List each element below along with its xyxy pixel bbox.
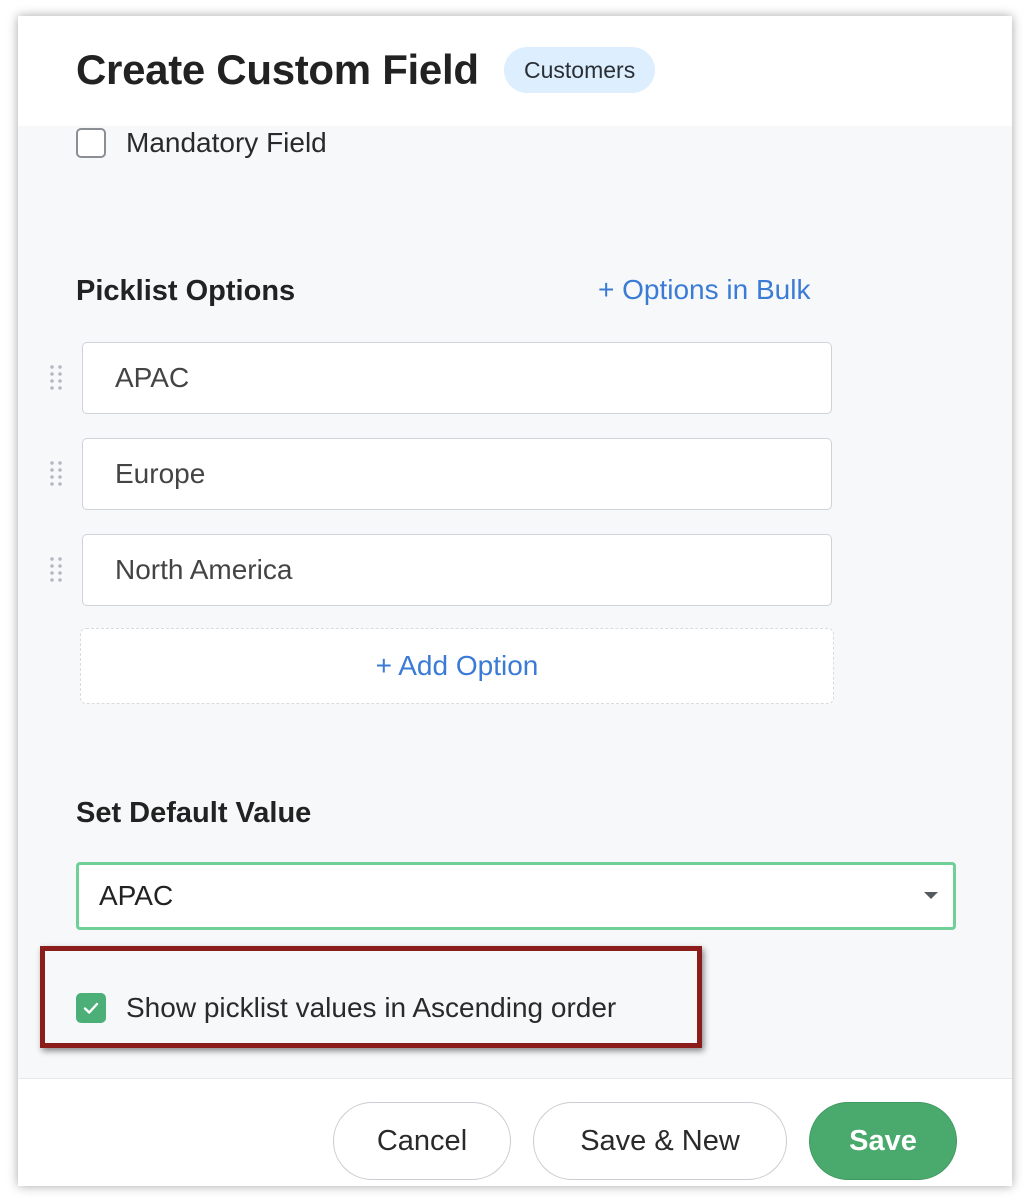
default-value-selected: APAC: [99, 880, 174, 911]
check-icon: [83, 1002, 99, 1014]
drag-handle-icon[interactable]: [46, 362, 66, 394]
cancel-button[interactable]: Cancel: [333, 1102, 511, 1180]
dialog-title: Create Custom Field: [76, 46, 479, 93]
default-value-select[interactable]: APAC: [76, 862, 956, 930]
ascending-order-checkbox[interactable]: [76, 993, 106, 1023]
mandatory-field-label: Mandatory Field: [126, 127, 327, 158]
options-in-bulk-link[interactable]: + Options in Bulk: [598, 274, 810, 306]
drag-handle-icon[interactable]: [46, 554, 66, 586]
drag-handle-icon[interactable]: [46, 458, 66, 490]
add-option-button[interactable]: + Add Option: [80, 628, 834, 704]
mandatory-field-checkbox[interactable]: [76, 128, 106, 158]
picklist-option-input[interactable]: [82, 534, 832, 606]
default-value-title: Set Default Value: [76, 797, 312, 829]
dialog-header: Create Custom Field Customers: [18, 16, 1012, 126]
ascending-order-label: Show picklist values in Ascending order: [126, 992, 617, 1023]
dialog-footer: Cancel Save & New Save: [18, 1078, 1012, 1186]
picklist-options-title: Picklist Options: [76, 275, 296, 307]
create-custom-field-dialog: Create Custom Field Customers Mandatory …: [18, 16, 1012, 1186]
save-and-new-button[interactable]: Save & New: [533, 1102, 787, 1180]
save-button[interactable]: Save: [809, 1102, 957, 1180]
picklist-option-input[interactable]: [82, 342, 832, 414]
module-badge: Customers: [504, 47, 656, 93]
picklist-option-input[interactable]: [82, 438, 832, 510]
chevron-down-icon: [924, 892, 938, 899]
